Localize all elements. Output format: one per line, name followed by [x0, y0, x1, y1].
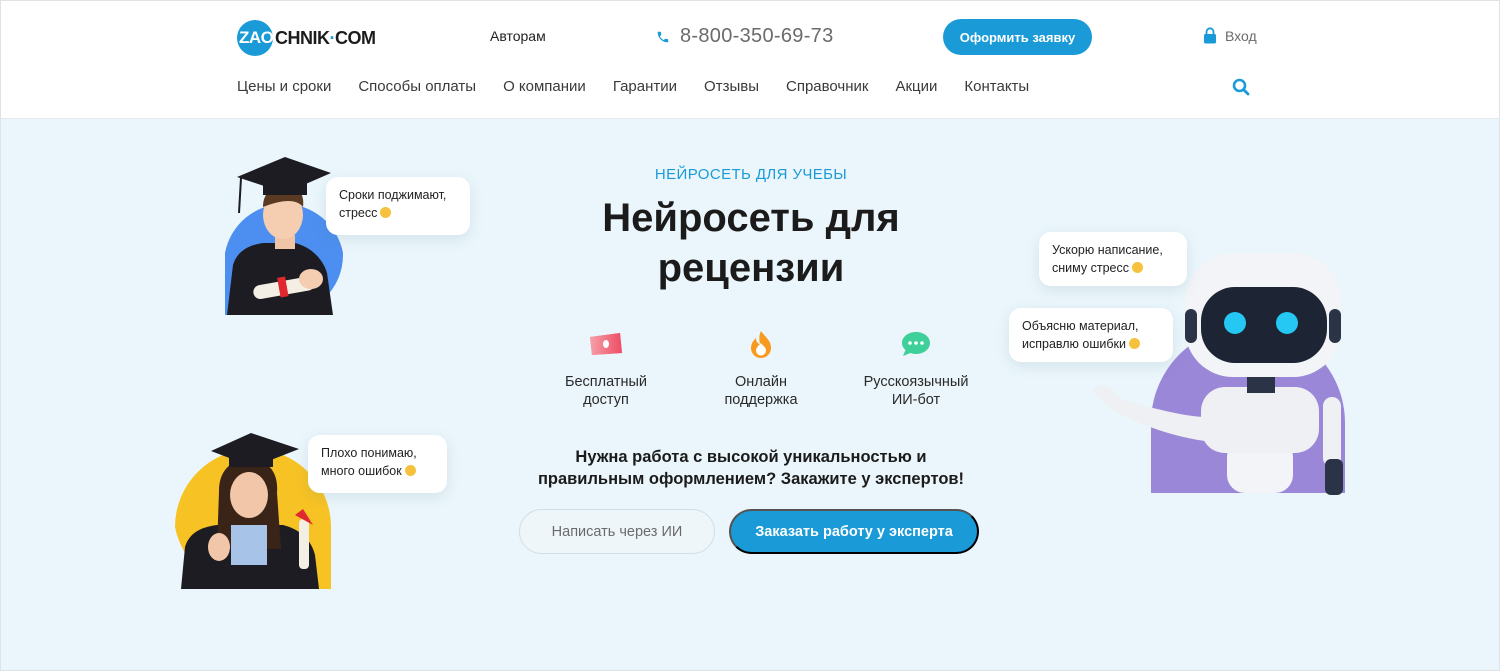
nav-item-about[interactable]: О компании: [503, 78, 586, 95]
feature-label: Онлайн поддержка: [724, 373, 797, 409]
nav-item-reviews[interactable]: Отзывы: [704, 78, 759, 95]
bubble-male-line2: стресс: [339, 206, 378, 220]
search-icon[interactable]: [1232, 78, 1250, 96]
nav-item-promotions[interactable]: Акции: [895, 78, 937, 95]
logo-zao-text: ZAO: [239, 28, 274, 47]
cta-line1: Нужна работа с высокой уникальностью и: [575, 448, 927, 466]
nav-item-contacts[interactable]: Контакты: [964, 78, 1029, 95]
feature-support-line1: Онлайн: [735, 374, 787, 390]
bubble-robot1-line2: сниму стресс: [1052, 261, 1129, 275]
order-from-expert-button[interactable]: Заказать работу у эксперта: [729, 509, 979, 554]
smile-emoji-icon: [1131, 262, 1143, 273]
bubble-robot-2: Объясню материал, исправлю ошибки: [1009, 308, 1173, 362]
bubble-robot1-line1: Ускорю написание,: [1052, 243, 1163, 257]
logo-mark: ZAO: [237, 20, 274, 56]
login-link[interactable]: Вход: [1203, 27, 1257, 44]
hero-title-line1: Нейросеть для: [602, 196, 900, 240]
bubble-robot2-line2: исправлю ошибки: [1022, 337, 1126, 351]
bubble-female-student: Плохо понимаю, много ошибок: [308, 435, 447, 493]
bubble-robot-1: Ускорю написание, сниму стресс: [1039, 232, 1187, 286]
hero-eyebrow: НЕЙРОСЕТЬ ДЛЯ УЧЕБЫ: [654, 166, 848, 183]
thumbs-up-icon: [1128, 338, 1140, 349]
write-with-ai-button[interactable]: Написать через ИИ: [519, 509, 715, 554]
cta-text: Нужна работа с высокой уникальностью и п…: [491, 446, 1011, 490]
request-button[interactable]: Оформить заявку: [943, 19, 1092, 55]
hero-title-line2: рецензии: [657, 246, 845, 290]
bubble-female-line1: Плохо понимаю,: [321, 446, 417, 460]
logo-com-text: COM: [335, 27, 376, 48]
feature-bot-line1: Русскоязычный: [863, 374, 969, 390]
feature-bot-line2: ИИ-бот: [891, 392, 941, 408]
bubble-male-student: Сроки поджимают, стресс: [326, 177, 470, 235]
chat-icon: [902, 332, 930, 356]
nav-item-guarantees[interactable]: Гарантии: [613, 78, 677, 95]
lock-icon: [1204, 27, 1216, 44]
bubble-female-line2: много ошибок: [321, 464, 402, 478]
bubble-robot2-line1: Объясню материал,: [1022, 319, 1139, 333]
fire-icon: [751, 331, 771, 358]
phone-contact[interactable]: 8-800-350-69-73: [656, 25, 834, 48]
feature-free-line1: Бесплатный: [564, 374, 648, 390]
bubble-male-line1: Сроки поджимают,: [339, 188, 447, 202]
authors-link[interactable]: Авторам: [490, 28, 546, 44]
logo-rest-text: CHNIK: [275, 27, 330, 48]
feature-label: Русскоязычный ИИ-бот: [864, 373, 969, 409]
nav-item-payment[interactable]: Способы оплаты: [358, 78, 476, 95]
phone-icon: [657, 31, 669, 42]
feature-label: Бесплатный доступ: [565, 373, 647, 409]
feature-free-access: Бесплатный доступ: [541, 329, 671, 409]
site-header: ZAO CHNIK·COM Авторам 8-800-350-69-73 Оф…: [0, 0, 1500, 119]
site-logo[interactable]: ZAO CHNIK·COM: [237, 20, 376, 56]
confused-emoji-icon: [404, 465, 416, 476]
feature-support-line2: поддержка: [724, 392, 798, 408]
phone-number: 8-800-350-69-73: [680, 25, 834, 47]
hero-title: Нейросеть для рецензии: [501, 193, 1001, 293]
login-label: Вход: [1225, 27, 1257, 44]
feature-russian-bot: Русскоязычный ИИ-бот: [851, 329, 981, 409]
hero-section: Сроки поджимают, стресс Плохо понимаю, м…: [0, 119, 1500, 671]
money-icon: [590, 333, 622, 355]
main-nav: Цены и сроки Способы оплаты О компании Г…: [237, 78, 1056, 95]
feature-online-support: Онлайн поддержка: [696, 329, 826, 409]
nav-item-prices[interactable]: Цены и сроки: [237, 78, 331, 95]
cta-line2: правильным оформлением? Закажите у экспе…: [537, 470, 965, 488]
feature-list: Бесплатный доступ Онлайн поддержка Русск…: [541, 329, 981, 409]
feature-free-line2: доступ: [583, 392, 629, 408]
nav-item-reference[interactable]: Справочник: [786, 78, 869, 95]
sad-emoji-icon: [380, 207, 392, 218]
logo-wordmark: CHNIK·COM: [275, 28, 376, 49]
